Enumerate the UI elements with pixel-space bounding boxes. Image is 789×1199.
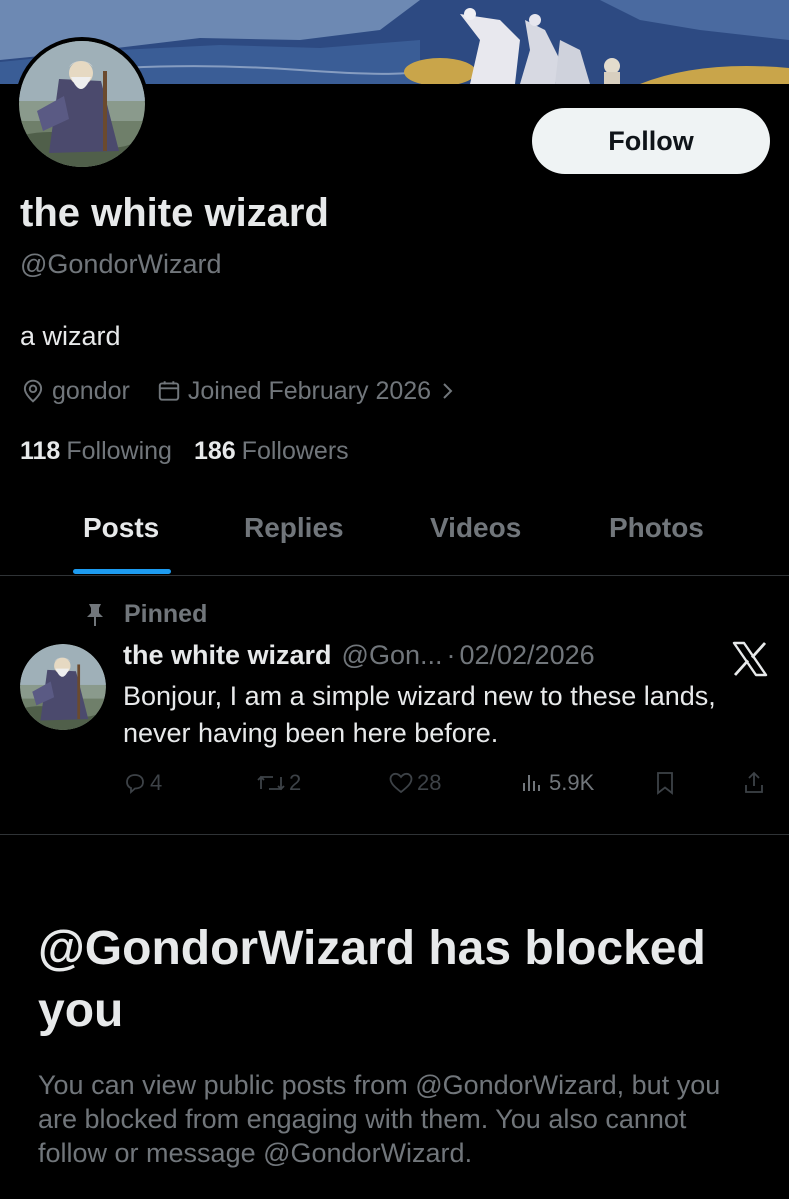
calendar-icon xyxy=(158,381,180,401)
profile-bio: a wizard xyxy=(20,321,121,351)
blocked-title: @GondorWizard has blocked you xyxy=(38,922,706,1037)
reply-count: 4 xyxy=(150,770,163,795)
joined-text: Joined February 2026 xyxy=(187,376,432,405)
views-button[interactable]: 5.9K xyxy=(520,770,594,796)
like-button[interactable]: 28 xyxy=(388,770,441,796)
location-text: gondor xyxy=(52,376,130,405)
reply-button[interactable]: 4 xyxy=(123,770,162,796)
profile-meta: gondor Joined February 2026 xyxy=(20,374,461,408)
views-count: 5.9K xyxy=(549,770,595,795)
views-icon xyxy=(523,775,540,791)
bookmark-icon xyxy=(657,772,673,795)
follow-button[interactable]: Follow xyxy=(532,108,770,174)
profile-joined[interactable]: Joined February 2026 xyxy=(156,377,461,406)
wizard-avatar-image xyxy=(20,644,106,730)
followers-count: 186 xyxy=(193,437,236,465)
profile-location: gondor xyxy=(20,377,130,406)
repost-icon xyxy=(257,775,285,791)
repost-button[interactable]: 2 xyxy=(256,770,301,796)
tab-photos[interactable]: Photos xyxy=(609,512,704,544)
blocked-description: You can view public posts from @GondorWi… xyxy=(38,1070,721,1168)
following-count: 118 xyxy=(20,437,61,465)
heart-icon xyxy=(389,772,413,794)
post-text: Bonjour, I am a simple wizard new to the… xyxy=(123,681,716,748)
profile-handle: @GondorWizard xyxy=(20,249,222,279)
following-link[interactable]: 118 Following xyxy=(20,437,172,466)
profile-tabs: Posts Replies Videos Photos xyxy=(0,490,789,575)
post-header: the white wizard @Gon... · 02/02/2026 xyxy=(123,640,595,671)
chevron-right-icon xyxy=(443,383,453,399)
follow-stats: 118 Following 186 Followers xyxy=(20,437,371,466)
post-separator: · xyxy=(446,640,456,670)
pinned-label: Pinned xyxy=(124,600,208,628)
tab-videos[interactable]: Videos xyxy=(430,512,521,544)
wizard-avatar-image xyxy=(19,41,145,167)
profile-avatar[interactable] xyxy=(15,37,149,171)
pinned-label-row: Pinned xyxy=(84,600,207,629)
post-divider xyxy=(0,834,789,835)
post-date[interactable]: 02/02/2026 xyxy=(459,640,594,671)
tab-posts[interactable]: Posts xyxy=(83,512,159,544)
pin-icon xyxy=(87,603,103,626)
post-author-handle[interactable]: @Gon... xyxy=(342,640,443,671)
reply-icon xyxy=(126,774,144,794)
like-count: 28 xyxy=(417,770,442,795)
bookmark-button[interactable] xyxy=(653,770,680,796)
post-author-name[interactable]: the white wizard xyxy=(123,640,332,671)
repost-count: 2 xyxy=(289,770,302,795)
tab-replies[interactable]: Replies xyxy=(244,512,344,544)
active-tab-indicator xyxy=(73,569,171,574)
following-label: Following xyxy=(66,437,172,465)
profile-display-name: the white wizard xyxy=(20,191,329,235)
location-pin-icon xyxy=(23,379,43,403)
share-icon xyxy=(745,771,763,793)
followers-link[interactable]: 186 Followers xyxy=(194,437,349,466)
tabs-divider xyxy=(0,575,789,576)
post-author-avatar[interactable] xyxy=(20,644,106,730)
followers-label: Followers xyxy=(241,437,349,465)
share-button[interactable] xyxy=(742,770,769,796)
post-actions: 4 2 28 5.9K xyxy=(0,770,789,806)
x-logo-icon xyxy=(732,641,768,677)
